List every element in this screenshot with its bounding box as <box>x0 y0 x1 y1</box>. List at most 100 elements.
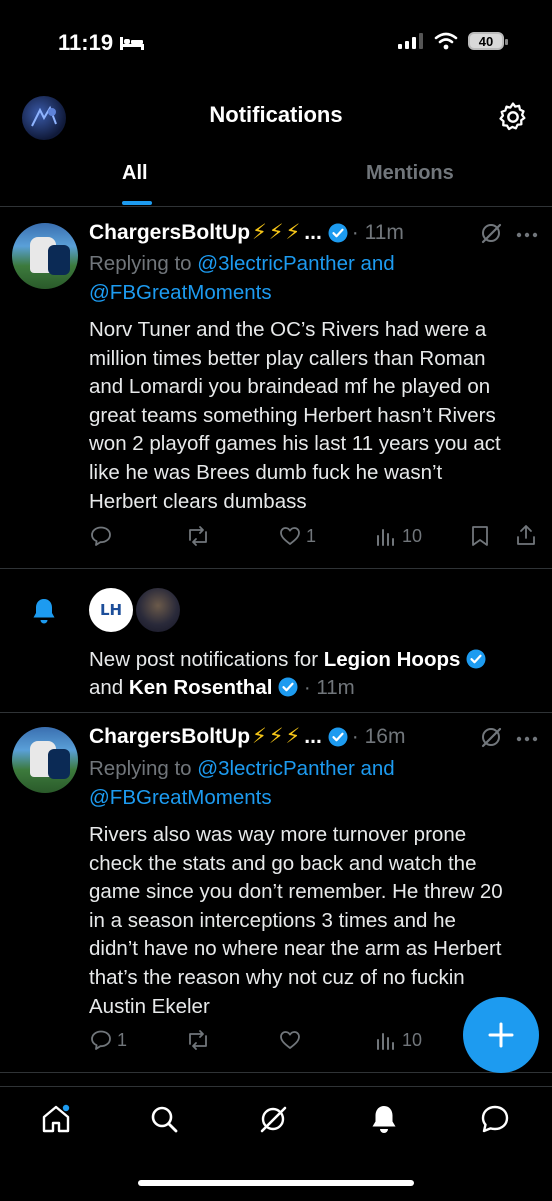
reply-button[interactable]: 1 <box>89 1028 127 1052</box>
views-count: 10 <box>402 1029 423 1050</box>
author-name[interactable]: ChargersBoltUp <box>89 725 250 749</box>
status-indicators: 40 <box>398 32 508 50</box>
like-count: 1 <box>306 525 317 546</box>
post-body[interactable]: Rivers also was way more turnover prone … <box>89 821 549 1021</box>
nav-grok-icon[interactable] <box>257 1103 289 1135</box>
active-tab-indicator <box>122 201 152 205</box>
views-chart-icon <box>374 524 398 548</box>
cellular-signal-icon <box>398 33 424 49</box>
replying-prefix: Replying to <box>89 757 198 780</box>
reply-icon <box>89 1028 113 1052</box>
more-options-icon[interactable] <box>516 736 538 742</box>
post-text-line: great teams something Herbert hasn’t Riv… <box>89 403 496 427</box>
post-text-line: million times better play callers than R… <box>89 346 486 370</box>
share-icon <box>514 523 538 547</box>
settings-gear-icon[interactable] <box>496 100 530 134</box>
compose-post-button[interactable] <box>463 997 539 1073</box>
divider <box>0 1072 552 1073</box>
tab-mentions[interactable]: Mentions <box>366 162 454 185</box>
views-count: 10 <box>402 525 423 546</box>
account-name[interactable]: Ken Rosenthal <box>129 676 273 699</box>
wifi-icon <box>434 32 458 50</box>
divider <box>0 568 552 569</box>
reply-button[interactable] <box>89 524 117 548</box>
notification-connector: and <box>89 676 129 699</box>
bed-icon <box>119 35 145 51</box>
avatar[interactable] <box>12 223 78 289</box>
post-header: ChargersBoltUp ⚡⚡⚡ ... · 16m <box>89 724 405 749</box>
like-button[interactable]: 1 <box>278 524 316 548</box>
repost-icon <box>185 1028 211 1052</box>
battery-level: 40 <box>478 33 494 49</box>
post-text-line: game since you don’t remember. He threw … <box>89 880 503 904</box>
verified-badge-icon <box>466 649 486 669</box>
mention-link[interactable]: @3lectricPanther and <box>197 757 394 780</box>
post-text-line: that’s the reason why not cuz of no fuck… <box>89 965 465 989</box>
like-button[interactable] <box>278 1028 306 1052</box>
more-options-icon[interactable] <box>516 232 538 238</box>
battery-indicator: 40 <box>468 32 508 50</box>
post-text-line: didn’t have no where near the arm as Her… <box>89 937 502 961</box>
plus-icon <box>487 1021 515 1049</box>
legion-hoops-logo: LH <box>99 601 123 619</box>
replying-to: Replying to @3lectricPanther and @FBGrea… <box>89 755 395 812</box>
repost-icon <box>185 524 211 548</box>
verified-badge-icon <box>328 223 348 243</box>
bookmark-icon <box>469 524 491 548</box>
heart-icon <box>278 524 302 548</box>
grok-icon[interactable] <box>479 725 503 749</box>
divider <box>0 712 552 713</box>
repost-button[interactable] <box>185 524 211 548</box>
author-name-emoji: ⚡⚡⚡ <box>252 221 303 244</box>
reply-icon <box>89 524 113 548</box>
account-name[interactable]: Legion Hoops <box>324 648 461 671</box>
verified-badge-icon <box>278 677 298 697</box>
repost-button[interactable] <box>185 1028 211 1052</box>
avatar[interactable] <box>12 727 78 793</box>
views-chart-icon <box>374 1028 398 1052</box>
verified-badge-icon <box>328 727 348 747</box>
nav-home-icon[interactable] <box>40 1103 72 1135</box>
status-time-text: 11:19 <box>58 30 114 55</box>
author-name-emoji: ⚡⚡⚡ <box>252 725 303 748</box>
nav-messages-icon[interactable] <box>479 1103 511 1135</box>
divider <box>0 206 552 207</box>
avatar-ken-rosenthal[interactable] <box>136 588 180 632</box>
post-text-line: check the stats and go back and watch th… <box>89 851 477 875</box>
notification-text[interactable]: New post notifications for Legion Hoops … <box>89 646 544 702</box>
status-time: 11:19 <box>58 30 145 56</box>
avatar-legion-hoops[interactable]: LH <box>89 588 133 632</box>
share-button[interactable] <box>514 523 538 547</box>
grok-icon[interactable] <box>479 221 503 245</box>
mention-link[interactable]: @3lectricPanther and <box>197 252 394 275</box>
post-text-line: like he was Brees dumb fuck he wasn’t <box>89 460 443 484</box>
post-time[interactable]: · 11m <box>352 221 404 245</box>
replying-prefix: Replying to <box>89 252 198 275</box>
author-name[interactable]: ChargersBoltUp <box>89 221 250 245</box>
post-text-line: won 2 playoff games his last 11 years yo… <box>89 432 501 456</box>
mention-link[interactable]: @FBGreatMoments <box>89 281 272 304</box>
tab-all[interactable]: All <box>122 162 148 185</box>
post-body[interactable]: Norv Tuner and the OC’s Rivers had were … <box>89 316 549 516</box>
post-text-line: in a season interceptions 3 times and he <box>89 908 456 932</box>
post-text-line: Herbert clears dumbass <box>89 489 307 513</box>
replying-to: Replying to @3lectricPanther and @FBGrea… <box>89 250 395 307</box>
mention-link[interactable]: @FBGreatMoments <box>89 786 272 809</box>
home-indicator <box>138 1180 414 1186</box>
page-title: Notifications <box>209 102 343 127</box>
heart-icon <box>278 1028 302 1052</box>
nav-notifications-icon[interactable] <box>368 1103 400 1135</box>
post-text-line: Rivers also was way more turnover prone <box>89 823 467 846</box>
notification-time: · 11m <box>303 676 355 699</box>
bell-icon <box>31 597 57 625</box>
author-name-ellipsis: ... <box>304 220 322 244</box>
views-button[interactable]: 10 <box>374 1028 422 1052</box>
bookmark-button[interactable] <box>469 524 491 548</box>
post-text-line: and Lomardi you braindead mf he played o… <box>89 375 491 399</box>
nav-search-icon[interactable] <box>148 1103 180 1135</box>
post-time[interactable]: · 16m <box>352 725 406 749</box>
post-header: ChargersBoltUp ⚡⚡⚡ ... · 11m <box>89 220 404 245</box>
notification-prefix: New post notifications for <box>89 648 324 671</box>
post-text-line: Norv Tuner and the OC’s Rivers had were … <box>89 318 487 341</box>
views-button[interactable]: 10 <box>374 524 422 548</box>
